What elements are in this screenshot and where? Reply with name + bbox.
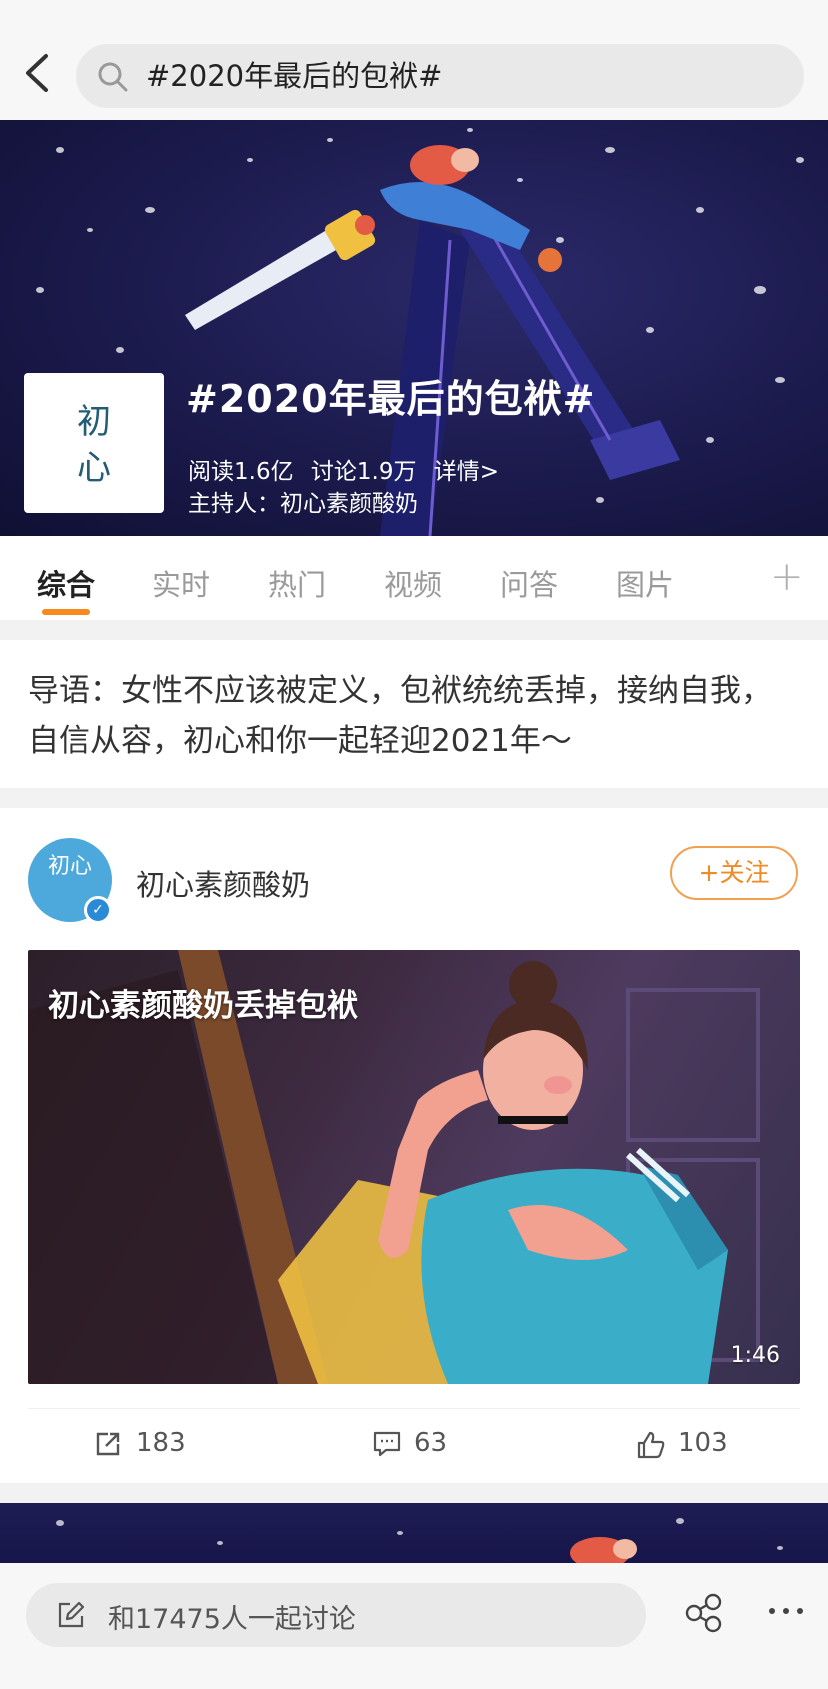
next-post-preview	[0, 1503, 828, 1563]
topic-intro: 导语：女性不应该被定义，包袱统统丢掉，接纳自我，自信从容，初心和你一起轻迎202…	[0, 640, 828, 788]
active-tab-indicator	[42, 609, 90, 615]
read-count: 阅读1.6亿	[188, 459, 294, 485]
video-duration: 1:46	[730, 1343, 780, 1368]
more-options-icon[interactable]	[766, 1591, 806, 1631]
tab-overview[interactable]: 综合	[37, 562, 95, 604]
repost-icon	[96, 1432, 120, 1456]
topic-host: 主持人：初心素颜酸奶	[188, 491, 418, 517]
comment-button[interactable]: 63	[372, 1424, 522, 1468]
search-icon	[98, 62, 128, 92]
post-card: 初心 ✓ 初心素颜酸奶 +关注 初心素颜酸奶丢掉包袱 1:46 183 63 1…	[0, 808, 828, 1483]
avatar-text: 初心	[47, 854, 92, 879]
video-title: 初心素颜酸奶丢掉包袱	[48, 988, 358, 1024]
video-player[interactable]: 初心素颜酸奶丢掉包袱 1:46	[28, 950, 800, 1384]
discussion-input[interactable]: 和17475人一起讨论	[26, 1583, 646, 1647]
next-post-image	[56, 1518, 783, 1563]
like-button[interactable]: 103	[636, 1424, 786, 1468]
back-arrow-icon[interactable]	[18, 48, 58, 98]
thumbs-up-icon	[637, 1431, 665, 1459]
bottom-bar: 和17475人一起讨论	[0, 1563, 828, 1689]
top-bar: #2020年最后的包袱#	[0, 0, 828, 120]
follow-button[interactable]: +关注	[670, 846, 798, 900]
tab-realtime[interactable]: 实时	[152, 562, 210, 604]
discussion-placeholder: 和17475人一起讨论	[108, 1604, 356, 1635]
tab-images[interactable]: 图片	[616, 562, 674, 604]
topic-logo: 初 心	[24, 373, 164, 513]
discussion-count: 讨论1.9万	[310, 459, 417, 485]
topic-banner: 初 心 #2020年最后的包袱# 阅读1.6亿 讨论1.9万 详情> 主持人：初…	[0, 120, 828, 536]
tab-video[interactable]: 视频	[384, 562, 442, 604]
like-count: 103	[678, 1428, 728, 1458]
add-tab-icon[interactable]: +	[770, 554, 804, 600]
repost-count: 183	[136, 1428, 186, 1458]
divider	[28, 1408, 800, 1409]
comment-count: 63	[414, 1428, 448, 1458]
topic-stats: 阅读1.6亿 讨论1.9万 详情>	[188, 452, 509, 486]
tab-bar: 综合 实时 热门 视频 问答 图片 +	[0, 536, 828, 620]
edit-icon	[58, 1601, 85, 1628]
comment-icon	[373, 1431, 401, 1457]
search-bar[interactable]: #2020年最后的包袱#	[76, 44, 804, 108]
share-icon[interactable]	[684, 1591, 724, 1635]
tab-qa[interactable]: 问答	[500, 562, 558, 604]
tab-hot[interactable]: 热门	[268, 562, 326, 604]
search-query[interactable]: #2020年最后的包袱#	[146, 56, 442, 96]
topic-title: #2020年最后的包袱#	[186, 377, 596, 421]
details-link[interactable]: 详情>	[434, 459, 499, 485]
repost-button[interactable]: 183	[94, 1424, 244, 1468]
author-name[interactable]: 初心素颜酸奶	[136, 862, 310, 904]
verified-badge-icon: ✓	[84, 896, 112, 924]
logo-text: 初 心	[77, 402, 111, 488]
